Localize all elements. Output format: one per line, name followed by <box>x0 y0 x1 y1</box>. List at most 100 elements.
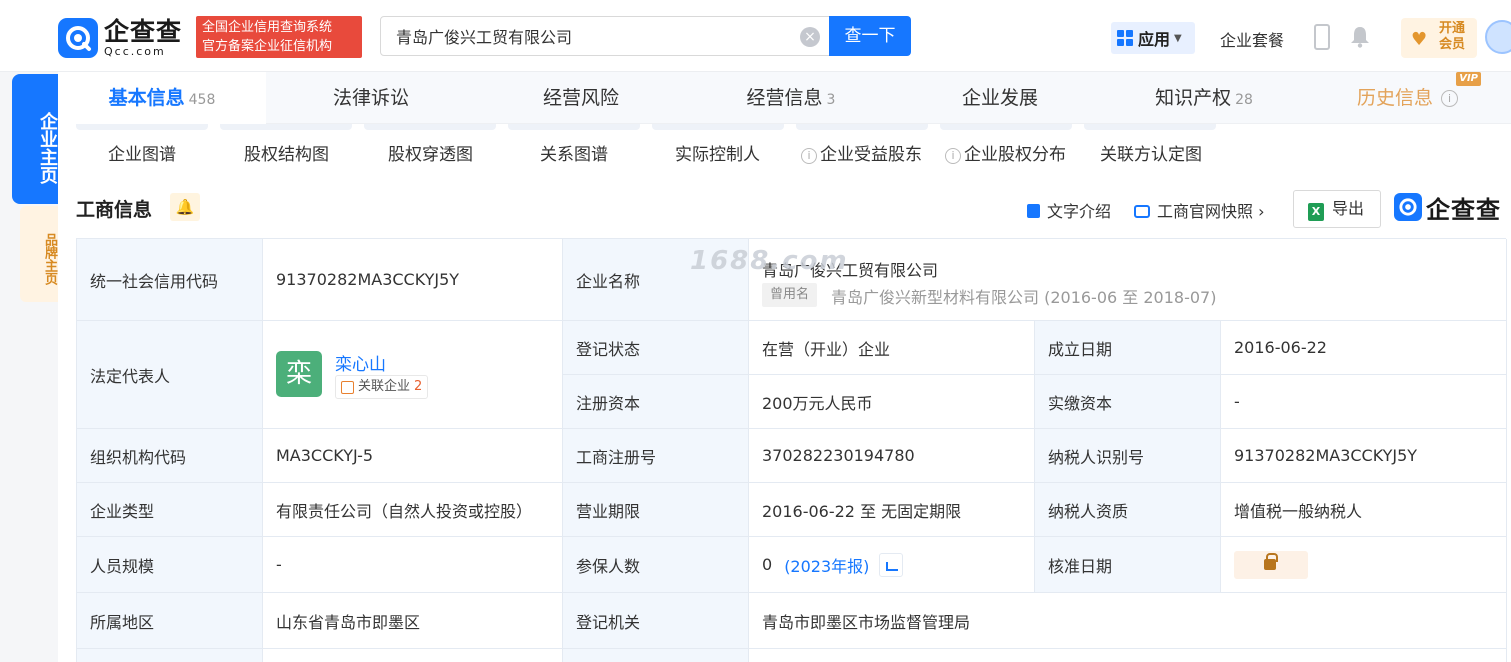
text-intro-link[interactable]: 文字介绍 <box>1027 198 1111 222</box>
insured-year-link[interactable]: (2023年报) <box>784 553 869 577</box>
tab-label: 经营风险 <box>542 87 619 109</box>
snapshot-link[interactable]: 工商官网快照 › <box>1134 198 1265 222</box>
next-row-value <box>263 649 563 662</box>
related-companies-button[interactable]: 关联企业 2 <box>335 375 429 399</box>
credit-code-label: 统一社会信用代码 <box>77 239 263 321</box>
subnav-item[interactable]: 关联方认定图 <box>1100 140 1202 165</box>
approval-label: 核准日期 <box>1035 537 1221 593</box>
subnav-item[interactable]: 关系图谱 <box>540 140 608 165</box>
notification-bell-icon[interactable] <box>1350 26 1370 48</box>
section-title: 工商信息 <box>76 199 153 221</box>
former-name-tag: 曾用名 <box>762 283 818 307</box>
region-label: 所属地区 <box>77 593 263 649</box>
badge-line-2: 官方备案企业征信机构 <box>202 39 333 54</box>
staff-label: 人员规模 <box>77 537 263 593</box>
info-icon: i <box>1441 90 1458 107</box>
search-input[interactable] <box>382 18 822 54</box>
tab-operating-risk[interactable]: 经营风险 <box>476 72 686 124</box>
top-header: 企查查 Qcc.com 全国企业信用查询系统 官方备案企业征信机构 × 查一下 … <box>0 0 1511 72</box>
region-value: 山东省青岛市即墨区 <box>263 593 563 649</box>
official-badge: 全国企业信用查询系统 官方备案企业征信机构 <box>196 16 362 58</box>
tab-operating-info[interactable]: 经营信息 3 <box>686 72 896 124</box>
vip-line-2: 会员 <box>1439 37 1466 52</box>
org-code-label: 组织机构代码 <box>77 429 263 483</box>
vip-line-1: 开通 <box>1439 21 1466 36</box>
subnav-item[interactable]: 实际控制人 <box>675 140 760 165</box>
tab-count: 458 <box>188 92 216 108</box>
search-button[interactable]: 查一下 <box>829 16 911 56</box>
company-home-tab[interactable]: 企业主页 <box>12 74 58 204</box>
document-icon <box>1027 204 1040 218</box>
user-avatar[interactable] <box>1485 20 1511 54</box>
reg-no-value: 370282230194780 <box>749 429 1035 483</box>
subnav-item[interactable]: 股权结构图 <box>244 140 329 165</box>
snapshot-label: 工商官网快照 <box>1157 202 1254 221</box>
lock-icon <box>1264 552 1278 570</box>
company-type-label: 企业类型 <box>77 483 263 537</box>
subnav-strip <box>74 124 1504 132</box>
insured-label: 参保人数 <box>563 537 749 593</box>
tab-count: 28 <box>1235 92 1253 108</box>
locked-vip-value[interactable] <box>1234 550 1308 579</box>
main-tabs: 基本信息 458 法律诉讼 经营风险 经营信息 3 企业发展 知识产权 28 历史信息… <box>58 72 1511 124</box>
qcc-logo[interactable]: 企查查 Qcc.com <box>58 16 194 60</box>
next-row-value <box>749 649 1507 662</box>
tab-label: 企业发展 <box>961 87 1038 109</box>
watermark-text: 1688.com <box>690 246 849 276</box>
app-menu-label: 应用 <box>1138 30 1171 49</box>
brand-home-tab[interactable]: 品牌主页 <box>20 206 58 302</box>
subnav-item[interactable]: 股权穿透图 <box>388 140 473 165</box>
legal-rep-cell: 栾 栾心山 关联企业 2 <box>263 321 563 429</box>
founded-label: 成立日期 <box>1035 321 1221 375</box>
chevron-right-icon: › <box>1253 202 1265 221</box>
export-button[interactable]: X 导出 <box>1293 190 1381 228</box>
app-menu-button[interactable]: 应用 ▼ <box>1111 22 1195 54</box>
grid-icon <box>1117 30 1133 46</box>
staff-value: - <box>263 537 563 593</box>
legal-rep-name[interactable]: 栾心山 <box>335 350 386 375</box>
tab-history[interactable]: 历史信息 i VIP <box>1304 72 1511 124</box>
subscribe-bell-icon[interactable]: 🔔 <box>170 193 200 221</box>
paid-capital-value: - <box>1221 375 1507 429</box>
tab-ip[interactable]: 知识产权 28 <box>1104 72 1304 124</box>
main-panel: 基本信息 458 法律诉讼 经营风险 经营信息 3 企业发展 知识产权 28 历史信息… <box>58 72 1511 662</box>
tab-development[interactable]: 企业发展 <box>896 72 1104 124</box>
tab-basic-info[interactable]: 基本信息 458 <box>58 72 266 124</box>
legal-rep-avatar[interactable]: 栾 <box>276 351 322 397</box>
camera-icon <box>1134 205 1150 218</box>
vip-badge: VIP <box>1456 72 1481 86</box>
tab-label: 经营信息 <box>746 87 823 109</box>
insured-value: 0 <box>762 555 773 574</box>
subnav-item-beneficiary[interactable]: i 企业受益股东 <box>801 140 922 165</box>
insured-cell: 0 (2023年报) <box>749 537 1035 593</box>
subnav-item-equity[interactable]: i 企业股权分布 <box>945 140 1066 165</box>
tab-label: 历史信息 <box>1356 87 1433 109</box>
founded-value: 2016-06-22 <box>1221 321 1507 375</box>
clear-icon[interactable]: × <box>800 27 820 47</box>
term-value: 2016-06-22 至 无固定期限 <box>749 483 1035 537</box>
org-code-value: MA3CCKYJ-5 <box>263 429 563 483</box>
credit-code-value[interactable]: 91370282MA3CCKYJ5Y <box>263 239 563 321</box>
business-info-table: 统一社会信用代码 91370282MA3CCKYJ5Y 企业名称 青岛广俊兴工贸… <box>76 238 1507 662</box>
term-label: 营业期限 <box>563 483 749 537</box>
export-label: 导出 <box>1332 199 1365 218</box>
company-type-value: 有限责任公司（自然人投资或控股） <box>263 483 563 537</box>
next-row-label <box>563 649 749 662</box>
badge-line-1: 全国企业信用查询系统 <box>202 20 333 35</box>
tab-litigation[interactable]: 法律诉讼 <box>266 72 476 124</box>
trend-chart-icon[interactable] <box>879 552 904 577</box>
search-box: × 查一下 <box>380 16 911 56</box>
tab-label: 基本信息 <box>108 87 185 109</box>
reg-status-value: 在营（开业）企业 <box>749 321 1035 375</box>
subnav-item[interactable]: 企业图谱 <box>108 140 176 165</box>
open-vip-button[interactable]: ♥ 开通 会员 <box>1401 18 1477 58</box>
phone-icon[interactable] <box>1314 24 1330 50</box>
subnav-label: 企业受益股东 <box>820 145 922 165</box>
legal-rep-label: 法定代表人 <box>77 321 263 429</box>
brand-mark-text: 企查查 <box>1426 195 1501 224</box>
paid-capital-label: 实缴资本 <box>1035 375 1221 429</box>
former-name-value: 青岛广俊兴新型材料有限公司 (2016-06 至 2018-07) <box>831 288 1217 307</box>
logo-mark-icon <box>58 18 98 58</box>
reg-capital-value: 200万元人民币 <box>749 375 1035 429</box>
package-link[interactable]: 企业套餐 <box>1220 27 1284 51</box>
